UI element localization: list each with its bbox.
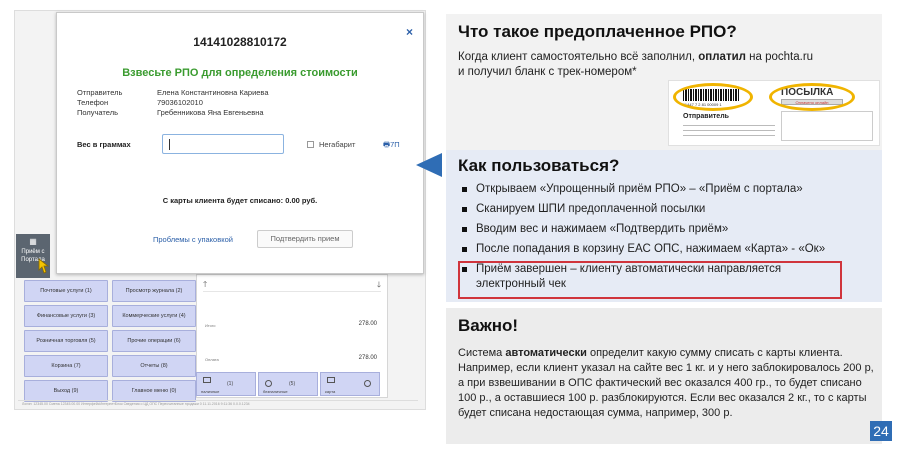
section-how-to: Как пользоваться? Открываем «Упрощенный … bbox=[446, 150, 882, 302]
section1-text-c: на pochta.ru bbox=[745, 51, 814, 63]
section1-text-bold: оплатил bbox=[698, 51, 746, 63]
divider bbox=[203, 291, 381, 292]
recipient-value: Гребенникова Яна Евгеньевна bbox=[157, 108, 264, 117]
pay-card-label: карта bbox=[325, 389, 336, 394]
form-lines bbox=[683, 125, 775, 140]
other-operations-button[interactable]: Прочие операции (6) bbox=[112, 330, 196, 352]
pay-noncash-label: безналичные bbox=[263, 389, 288, 394]
section1-text-a: Когда клиент самостоятельно всё заполнил… bbox=[458, 51, 699, 63]
total-label: Итого bbox=[205, 323, 216, 328]
step-item: После попадания в корзину ЕАС ОПС, нажим… bbox=[458, 242, 878, 257]
weight-label: Вес в граммах bbox=[77, 140, 131, 149]
print-7p-button[interactable]: 🖶7П bbox=[383, 139, 400, 152]
weigh-instruction: Взвесьте РПО для определения стоимости bbox=[122, 67, 358, 79]
sender-value: Елена Константиновна Кариева bbox=[157, 88, 269, 97]
section3-text-bold: автоматически bbox=[505, 347, 587, 359]
section3-text-a: Система bbox=[458, 347, 506, 359]
phone-value: 79036102010 bbox=[157, 98, 203, 107]
section3-title: Важно! bbox=[458, 316, 519, 335]
pay-card-button[interactable]: карта bbox=[320, 372, 380, 396]
journal-view-button[interactable]: Просмотр журнала (2) bbox=[112, 280, 196, 302]
card-icon bbox=[327, 377, 335, 383]
cash-icon bbox=[203, 377, 211, 383]
nonstandard-label: Негабарит bbox=[319, 140, 356, 149]
phone-label: Телефон bbox=[77, 98, 109, 107]
packaging-problems-link[interactable]: Проблемы с упаковкой bbox=[153, 235, 233, 244]
nonstandard-checkbox[interactable] bbox=[307, 141, 314, 148]
highlight-oval-posylka bbox=[769, 83, 855, 111]
postal-services-button[interactable]: Почтовые услуги (1) bbox=[24, 280, 108, 302]
sender-label: Отправитель bbox=[77, 88, 123, 97]
section1-title: Что такое предоплаченное РПО? bbox=[458, 22, 737, 41]
section2-title: Как пользоваться? bbox=[458, 156, 620, 175]
page-number: 24 bbox=[870, 421, 892, 441]
weight-input[interactable] bbox=[162, 134, 284, 154]
section-what-is: Что такое предоплаченное РПО? Когда клие… bbox=[446, 14, 882, 150]
section3-text: Система автоматически определит какую су… bbox=[458, 346, 876, 421]
sender-field-label: Отправитель bbox=[683, 113, 729, 120]
sender-row: Отправитель Елена Константиновна Кариева bbox=[77, 88, 269, 98]
recipient-label: Получатель bbox=[77, 108, 118, 117]
financial-services-button[interactable]: Финансовые услуги (3) bbox=[24, 305, 108, 327]
payment-value: 278.00 bbox=[358, 355, 377, 361]
step-item: Сканируем ШПИ предоплаченной посылки bbox=[458, 202, 878, 217]
grid-icon: ▦ bbox=[29, 237, 37, 246]
noncash-icon bbox=[265, 380, 272, 387]
pos-status-bar: Логин: 12345.00 Смена 12345.00.00 Интерф… bbox=[18, 400, 418, 408]
card-charge-message: С карты клиента будет списано: 0.00 руб. bbox=[162, 196, 318, 205]
pos-screenshot: ▦ Приём с Портала Почтовые услуги (1) Пр… bbox=[14, 10, 426, 410]
main-menu-button[interactable]: Главное меню (0) bbox=[112, 380, 196, 402]
cart-button[interactable]: Корзина (7) bbox=[24, 355, 108, 377]
step-item: Открываем «Упрощенный приём РПО» – «Приё… bbox=[458, 182, 878, 197]
section1-text: Когда клиент самостоятельно всё заполнил… bbox=[458, 50, 878, 80]
form-box bbox=[781, 111, 873, 141]
pay-noncash-count: (5) bbox=[289, 381, 296, 387]
pay-noncash-button[interactable]: (5) безналичные bbox=[258, 372, 318, 396]
text-caret bbox=[169, 139, 170, 150]
section-important: Важно! Система автоматически определит к… bbox=[446, 308, 882, 444]
prepaid-form-image: 11447 7 2 81 00009 1 ПОСЫЛКА Оплачено он… bbox=[668, 80, 880, 146]
commercial-services-button[interactable]: Коммерческие услуги (4) bbox=[112, 305, 196, 327]
recipient-row: Получатель Гребенникова Яна Евгеньевна bbox=[77, 108, 269, 118]
pay-cash-label: наличные bbox=[201, 389, 220, 394]
shipment-info: Отправитель Елена Константиновна Кариева … bbox=[77, 88, 269, 118]
pointer-arrow-icon bbox=[416, 153, 442, 177]
retail-button[interactable]: Розничная торговля (5) bbox=[24, 330, 108, 352]
reports-button[interactable]: Отчеты (8) bbox=[112, 355, 196, 377]
step-item: Вводим вес и нажимаем «Подтвердить приём… bbox=[458, 222, 878, 237]
weigh-dialog: × 14141028810172 Взвесьте РПО для опреде… bbox=[56, 12, 424, 274]
hand-cursor-icon bbox=[38, 258, 50, 274]
card-circle-icon bbox=[364, 380, 371, 387]
highlight-box bbox=[458, 261, 842, 299]
phone-row: Телефон 79036102010 bbox=[77, 98, 269, 108]
track-number: 14141028810172 bbox=[193, 35, 287, 49]
confirm-button[interactable]: Подтвердить прием bbox=[257, 230, 353, 248]
total-value: 278.00 bbox=[358, 321, 377, 327]
payment-buttons: (1) наличные (5) безналичные карта bbox=[194, 372, 384, 398]
payment-label: Оплата bbox=[205, 357, 219, 362]
exit-button[interactable]: Выход (9) bbox=[24, 380, 108, 402]
pay-cash-button[interactable]: (1) наличные bbox=[196, 372, 256, 396]
pay-cash-count: (1) bbox=[227, 381, 234, 387]
print-label: 7П bbox=[390, 140, 400, 149]
section1-text-line2: и получил бланк с трек-номером* bbox=[458, 66, 637, 78]
highlight-oval-barcode bbox=[673, 83, 753, 111]
